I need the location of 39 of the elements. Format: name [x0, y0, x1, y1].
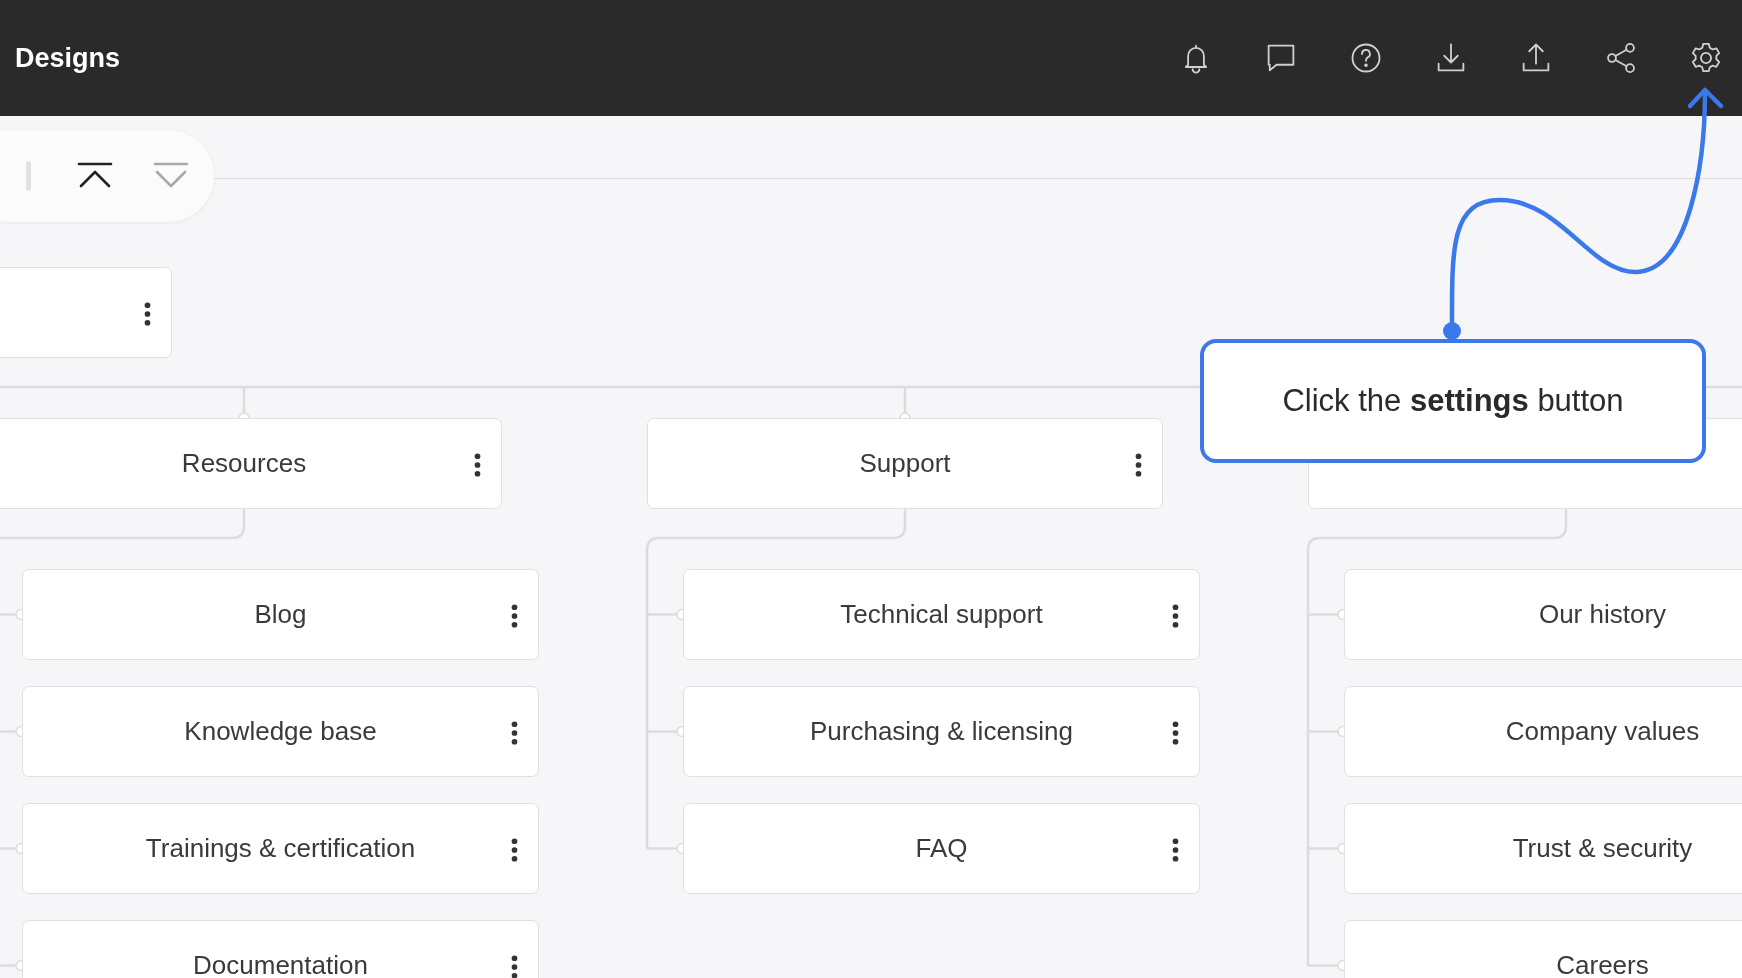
node-label: Documentation	[193, 950, 368, 978]
node-label: Company values	[1505, 716, 1700, 747]
node-label: Purchasing & licensing	[809, 716, 1073, 747]
node-label: Resources	[181, 448, 307, 479]
sitemap-node[interactable]: Company values	[1344, 686, 1742, 777]
node-label: Trainings & certification	[145, 833, 416, 864]
node-label: Trust & security	[1512, 833, 1693, 864]
more-icon[interactable]	[511, 838, 518, 862]
sitemap-node[interactable]: Blog	[22, 569, 539, 660]
callout-text: Click the settings button	[1282, 383, 1624, 419]
more-icon[interactable]	[1172, 838, 1179, 862]
sitemap-node[interactable]: FAQ	[683, 803, 1200, 894]
sitemap-node[interactable]: Support	[647, 418, 1163, 509]
more-icon[interactable]	[511, 721, 518, 745]
more-icon[interactable]	[144, 302, 151, 326]
more-icon[interactable]	[1172, 604, 1179, 628]
node-label: Our history	[1538, 599, 1667, 630]
sitemap-node[interactable]: Documentation	[22, 920, 539, 978]
sitemap-node[interactable]: Technical support	[683, 569, 1200, 660]
sitemap-node[interactable]: Purchasing & licensing	[683, 686, 1200, 777]
app-title: Designs	[15, 42, 121, 74]
more-icon[interactable]	[1135, 453, 1142, 477]
sitemap-node[interactable]: Trainings & certification	[22, 803, 539, 894]
more-icon[interactable]	[474, 453, 481, 477]
sitemap-node[interactable]: Knowledge base	[22, 686, 539, 777]
sitemap-node[interactable]: Resources	[0, 418, 502, 509]
node-label: Knowledge base	[184, 716, 377, 747]
drag-handle[interactable]	[26, 161, 31, 191]
node-label: Careers	[1556, 950, 1649, 978]
more-icon[interactable]	[511, 604, 518, 628]
node-label: FAQ	[915, 833, 968, 864]
sitemap-node[interactable]: Our history	[1344, 569, 1742, 660]
more-icon[interactable]	[511, 955, 518, 978]
node-label: Support	[859, 448, 951, 479]
node-label: Blog	[254, 599, 307, 630]
more-icon[interactable]	[1172, 721, 1179, 745]
node-label: Technical support	[840, 599, 1043, 630]
sitemap-node[interactable]: Trust & security	[1344, 803, 1742, 894]
sitemap-node[interactable]: Careers	[1344, 920, 1742, 978]
